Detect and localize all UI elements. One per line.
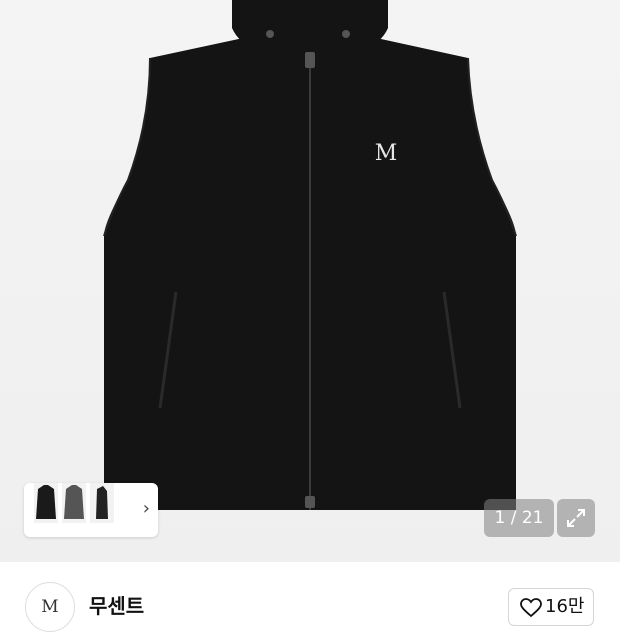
heart-icon xyxy=(520,598,542,618)
like-count: 16만 xyxy=(545,596,585,617)
thumbnail-strip[interactable]: › xyxy=(24,483,158,537)
thumbnail-charcoal[interactable] xyxy=(62,483,86,523)
product-image-gallery[interactable]: M › 1 / 21 xyxy=(0,0,620,562)
expand-button[interactable] xyxy=(557,499,595,537)
thumbnail-front-black[interactable] xyxy=(34,483,58,523)
brand-name[interactable]: 무센트 xyxy=(89,594,144,618)
like-button[interactable]: 16만 xyxy=(508,588,594,626)
expand-icon xyxy=(567,509,585,527)
chevron-right-icon[interactable]: › xyxy=(143,499,150,519)
thumbnail-side[interactable] xyxy=(90,483,114,523)
brand-bar: M 무센트 16만 xyxy=(0,562,620,632)
chest-logo: M xyxy=(375,141,398,166)
brand-logo[interactable]: M xyxy=(25,582,75,632)
image-counter: 1 / 21 xyxy=(484,499,554,537)
product-image: M xyxy=(103,0,517,510)
